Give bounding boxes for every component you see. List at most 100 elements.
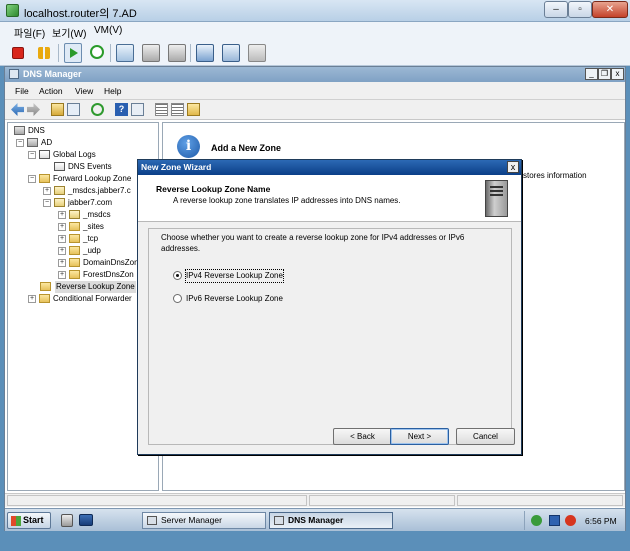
zone-icon <box>54 198 65 207</box>
clock[interactable]: 6:56 PM <box>585 516 617 526</box>
collapse-icon[interactable]: − <box>16 139 24 147</box>
folder-icon <box>39 174 50 183</box>
security-icon[interactable] <box>531 515 542 526</box>
wizard-title: New Zone Wizard <box>141 162 212 172</box>
full-screen-icon[interactable] <box>196 44 214 62</box>
reset-icon[interactable] <box>90 45 104 59</box>
expand-icon[interactable]: + <box>28 295 36 303</box>
wizard-body <box>148 228 512 445</box>
network-icon[interactable] <box>549 515 560 526</box>
back-arrow-icon[interactable] <box>11 103 24 116</box>
taskbar-item-dns-manager[interactable]: DNS Manager <box>269 512 393 529</box>
vm-window-title: localhost.router의 7.AD <box>24 8 137 20</box>
add-new-zone-heading: Add a New Zone <box>211 143 282 153</box>
dns-manager-title: DNS Manager <box>23 69 82 79</box>
forward-arrow-icon[interactable] <box>27 103 40 116</box>
zone-info-text: stores information <box>523 171 587 180</box>
next-button[interactable]: Next > <box>390 428 449 445</box>
back-button[interactable]: < Back <box>333 428 392 445</box>
menu-action[interactable]: Action <box>39 86 63 96</box>
expand-icon[interactable]: + <box>58 211 66 219</box>
start-button[interactable]: Start <box>7 512 51 529</box>
refresh-icon[interactable] <box>91 103 104 116</box>
dns-manager-titlebar: DNS Manager _ ❐ x <box>5 67 625 82</box>
windows-logo-icon <box>11 516 21 526</box>
server-icon <box>27 138 38 147</box>
revert-snapshot-icon[interactable] <box>142 44 160 62</box>
show-hide-tree-icon[interactable] <box>67 103 80 116</box>
status-bar <box>5 493 625 507</box>
mmc-close-button[interactable]: x <box>611 68 624 80</box>
expand-icon[interactable]: + <box>58 271 66 279</box>
unity-icon[interactable] <box>222 44 240 62</box>
vm-menubar: 파일(F) 보기(W) VM(V) <box>0 22 630 40</box>
server-manager-quicklaunch-icon[interactable] <box>61 514 73 527</box>
expand-icon[interactable]: + <box>58 259 66 267</box>
mmc-menubar: File Action View Help <box>5 82 625 100</box>
new-folder-icon[interactable] <box>187 103 200 116</box>
vm-maximize-button[interactable]: ▫ <box>568 1 592 18</box>
warning-icon[interactable] <box>565 515 576 526</box>
play-icon <box>70 48 78 58</box>
cancel-button[interactable]: Cancel <box>456 428 515 445</box>
wizard-prompt: Choose whether you want to create a reve… <box>161 233 465 253</box>
folder-icon <box>69 258 80 267</box>
taskbar: Start Server Manager DNS Manager 6:56 PM <box>5 508 625 531</box>
suspend-icon[interactable] <box>38 47 50 59</box>
event-log-icon <box>54 162 65 171</box>
notification-area: 6:56 PM <box>524 511 624 530</box>
event-log-icon <box>39 150 50 159</box>
radio-selected-icon[interactable] <box>173 271 182 280</box>
list-view-icon[interactable] <box>155 103 168 116</box>
power-off-icon[interactable] <box>12 47 24 59</box>
wizard-page-title: Reverse Lookup Zone Name <box>156 184 271 194</box>
snapshot-icon[interactable] <box>116 44 134 62</box>
vm-toolbar <box>0 40 630 66</box>
expand-icon[interactable]: + <box>58 235 66 243</box>
status-cell <box>309 495 455 506</box>
start-label: Start <box>23 515 44 525</box>
wizard-page-subtitle: A reverse lookup zone translates IP addr… <box>173 196 401 205</box>
detail-view-icon[interactable] <box>171 103 184 116</box>
preferences-icon[interactable] <box>248 44 266 62</box>
menu-view[interactable]: View <box>75 86 93 96</box>
folder-icon <box>69 222 80 231</box>
snapshot-manager-icon[interactable] <box>168 44 186 62</box>
status-cell <box>7 495 307 506</box>
up-folder-icon[interactable] <box>51 103 64 116</box>
status-cell <box>457 495 623 506</box>
dns-manager-icon <box>9 69 19 79</box>
vm-menu-file[interactable]: 파일(F) <box>14 25 45 40</box>
vm-minimize-button[interactable]: – <box>544 1 568 18</box>
wizard-close-button[interactable]: x <box>507 161 519 173</box>
collapse-icon[interactable]: − <box>43 199 51 207</box>
new-zone-wizard-dialog: New Zone Wizard x Reverse Lookup Zone Na… <box>137 159 522 455</box>
mmc-minimize-button[interactable]: _ <box>585 68 598 80</box>
radio-unselected-icon[interactable] <box>173 294 182 303</box>
zone-icon <box>54 186 65 195</box>
expand-icon[interactable]: + <box>43 187 51 195</box>
menu-file[interactable]: File <box>15 86 29 96</box>
power-on-button[interactable] <box>64 43 82 63</box>
properties-icon[interactable] <box>131 103 144 116</box>
folder-icon <box>40 282 51 291</box>
mmc-toolbar: ? <box>5 100 625 120</box>
vm-app-icon <box>6 4 19 17</box>
taskbar-item-server-manager[interactable]: Server Manager <box>142 512 266 529</box>
menu-help[interactable]: Help <box>104 86 121 96</box>
vm-close-button[interactable]: ✕ <box>592 1 628 18</box>
vm-menu-view[interactable]: 보기(W) <box>52 25 87 40</box>
info-icon: i <box>177 135 200 158</box>
folder-icon <box>69 234 80 243</box>
collapse-icon[interactable]: − <box>28 175 36 183</box>
help-icon[interactable]: ? <box>115 103 128 116</box>
mmc-restore-button[interactable]: ❐ <box>598 68 611 80</box>
expand-icon[interactable]: + <box>58 223 66 231</box>
dns-server-icon <box>14 126 25 135</box>
vm-menu-vm[interactable]: VM(V) <box>94 25 122 36</box>
powershell-quicklaunch-icon[interactable] <box>79 514 93 526</box>
collapse-icon[interactable]: − <box>28 151 36 159</box>
folder-icon <box>39 294 50 303</box>
server-manager-icon <box>147 516 157 525</box>
expand-icon[interactable]: + <box>58 247 66 255</box>
